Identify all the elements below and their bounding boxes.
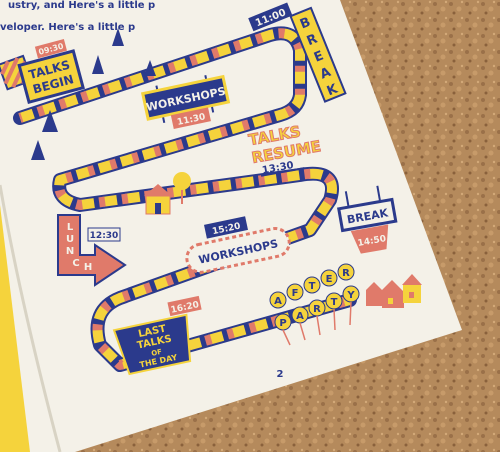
after-letter-t: T (309, 281, 316, 292)
party-letter-y: Y (346, 290, 355, 301)
intro-text-line-2: veloper. Here's a little p (0, 22, 135, 33)
after-letter-f: F (292, 288, 299, 299)
after-letter-e: E (326, 274, 333, 285)
page-number: 2 (277, 369, 284, 380)
after-letter-a: A (274, 296, 282, 307)
lunch-letter-l: L (67, 222, 74, 233)
party-letter-r: R (313, 304, 321, 315)
lunch-letter-n: N (66, 246, 74, 257)
intro-text-line-1: ustry, and Here's a little p (8, 0, 155, 11)
lunch-letter-h: H (84, 262, 92, 273)
brochure-photo: ustry, and Here's a little p veloper. He… (0, 0, 500, 452)
lunch-letter-c: C (72, 258, 79, 269)
party-letter-t: T (331, 297, 338, 308)
lunch-letter-u: U (66, 234, 74, 245)
lunch-time: 12:30 (90, 231, 119, 241)
party-letter-p: P (279, 318, 286, 329)
after-letter-r: R (342, 268, 350, 279)
party-letter-a: A (296, 311, 304, 322)
